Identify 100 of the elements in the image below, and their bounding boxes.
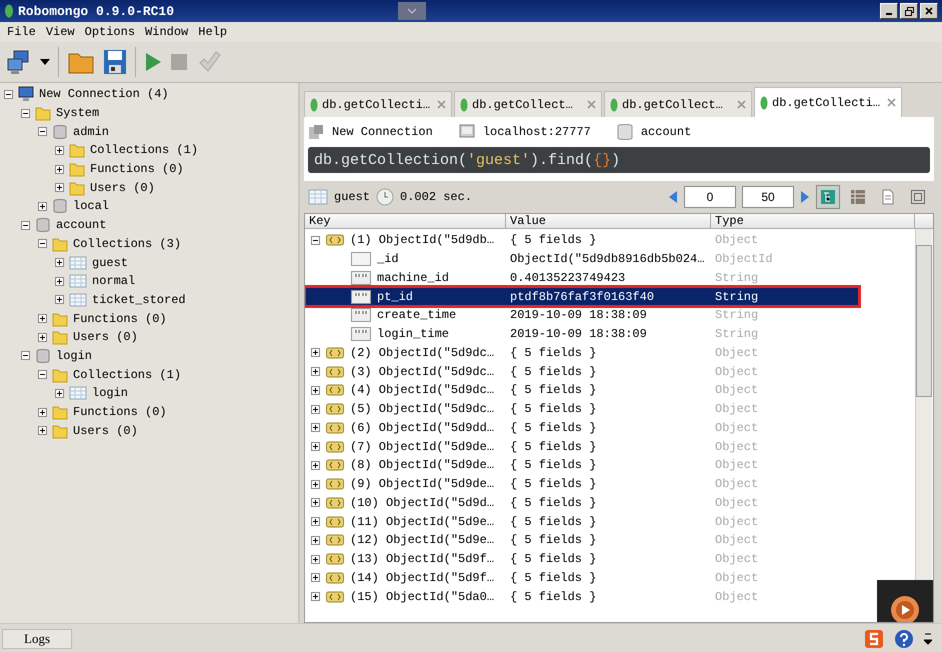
expand-icon[interactable] xyxy=(55,164,64,174)
expand-icon[interactable] xyxy=(311,554,320,564)
result-row[interactable]: (10) ObjectId("5d9d… { 5 fields } Object xyxy=(305,494,859,512)
collapse-icon[interactable] xyxy=(311,236,320,245)
next-icon[interactable] xyxy=(800,190,810,204)
caret-icon[interactable] xyxy=(40,59,50,65)
player-widget[interactable] xyxy=(877,580,933,622)
column-header[interactable]: Key xyxy=(305,214,506,228)
expand-icon[interactable] xyxy=(38,426,47,436)
tree-item[interactable]: Functions (0) xyxy=(73,312,167,326)
expand-icon[interactable] xyxy=(55,146,64,155)
expand-icon[interactable] xyxy=(311,573,320,582)
result-row[interactable]: login_time 2019-10-09 18:38:09 String xyxy=(305,324,859,344)
tree-item[interactable]: guest xyxy=(92,256,128,270)
dropdown-button[interactable] xyxy=(398,2,426,20)
expand-icon[interactable] xyxy=(311,442,320,452)
tree-item[interactable]: Collections (3) xyxy=(73,236,182,251)
result-row[interactable]: (13) ObjectId("5d9f… { 5 fields } Object xyxy=(305,550,859,568)
tree-item[interactable]: Collections (1) xyxy=(90,143,198,158)
expand-icon[interactable] xyxy=(38,332,47,342)
minimize-button[interactable] xyxy=(880,3,898,19)
collapse-icon[interactable] xyxy=(38,370,47,380)
expand-icon[interactable] xyxy=(38,408,47,417)
result-row[interactable]: machine_id 0.40135223749423 String xyxy=(305,268,859,288)
tree-item[interactable]: Users (0) xyxy=(90,180,155,195)
result-row[interactable]: _id ObjectId("5d9db8916db5b024… ObjectId xyxy=(305,250,859,268)
result-row[interactable]: (9) ObjectId("5d9de… { 5 fields } Object xyxy=(305,474,859,494)
result-row[interactable]: (2) ObjectId("5d9dc… { 5 fields } Object xyxy=(305,344,859,362)
play-icon[interactable] xyxy=(144,52,162,72)
result-row[interactable]: (12) ObjectId("5d9e… { 5 fields } Object xyxy=(305,531,859,550)
result-row[interactable]: create_time 2019-10-09 18:38:09 String xyxy=(305,306,859,325)
menu-item[interactable]: Help xyxy=(193,25,232,39)
tree-item[interactable]: local xyxy=(73,199,110,214)
result-row[interactable]: (14) ObjectId("5d9f… { 5 fields } Object xyxy=(305,568,859,588)
expand-icon[interactable] xyxy=(311,367,320,376)
tree-item[interactable]: Users (0) xyxy=(73,330,138,344)
query-editor[interactable]: db.getCollection('guest').find({}) xyxy=(308,147,930,173)
expand-icon[interactable] xyxy=(311,498,320,508)
expand-icon[interactable] xyxy=(55,183,64,192)
menu-item[interactable]: View xyxy=(40,25,80,39)
save-icon[interactable] xyxy=(103,49,127,75)
result-row[interactable]: (8) ObjectId("5d9de… { 5 fields } Object xyxy=(305,456,859,475)
result-row[interactable]: (6) ObjectId("5d9dd… { 5 fields } Object xyxy=(305,418,859,438)
collapse-icon[interactable] xyxy=(21,108,30,118)
view-mode-button[interactable] xyxy=(816,185,840,209)
tree-item[interactable]: account xyxy=(56,218,106,232)
tree-item[interactable]: Collections (1) xyxy=(73,368,182,382)
result-row[interactable]: (11) ObjectId("5d9e… { 5 fields } Object xyxy=(305,512,859,531)
menu-item[interactable]: Options xyxy=(80,25,140,39)
expand-icon[interactable] xyxy=(311,480,320,489)
collapse-icon[interactable] xyxy=(21,220,30,230)
help-icon[interactable] xyxy=(894,629,914,649)
query-tab[interactable]: db.getCollect… xyxy=(454,91,602,117)
expand-icon[interactable] xyxy=(311,460,320,470)
close-button[interactable] xyxy=(920,3,938,19)
caret-icon[interactable] xyxy=(924,632,932,646)
expand-icon[interactable] xyxy=(311,536,320,545)
scrollbar-thumb[interactable] xyxy=(916,245,932,397)
tree-item[interactable]: Functions (0) xyxy=(90,162,184,176)
collapse-icon[interactable] xyxy=(38,239,47,248)
tree-item[interactable]: admin xyxy=(73,124,110,139)
logs-tab[interactable]: Logs xyxy=(2,629,72,649)
expand-icon[interactable] xyxy=(311,592,320,602)
result-row[interactable]: (3) ObjectId("5d9dc… { 5 fields } Object xyxy=(305,362,859,381)
result-row[interactable]: (1) ObjectId("5d9db… { 5 fields } Object xyxy=(305,231,859,250)
expand-icon[interactable] xyxy=(311,404,320,414)
tree-item[interactable]: login xyxy=(92,386,128,400)
limit-field[interactable]: 50 xyxy=(742,186,794,208)
expand-icon[interactable] xyxy=(38,314,47,324)
previous-icon[interactable] xyxy=(668,190,678,204)
tree-item[interactable]: New Connection (4) xyxy=(39,87,169,102)
expand-icon[interactable] xyxy=(55,258,64,268)
expand-icon[interactable] xyxy=(38,202,47,211)
expand-icon[interactable] xyxy=(311,423,320,432)
tree-item[interactable]: login xyxy=(56,348,92,363)
close-icon[interactable] xyxy=(887,98,896,107)
expand-icon[interactable] xyxy=(311,517,320,526)
tree-item[interactable]: Users (0) xyxy=(73,424,138,438)
menu-item[interactable]: Window xyxy=(140,25,194,39)
s-logo-icon[interactable] xyxy=(864,629,884,649)
expand-icon[interactable] xyxy=(55,388,64,398)
skip-field[interactable]: 0 xyxy=(684,186,736,208)
column-header[interactable]: Type xyxy=(711,214,915,228)
column-header[interactable]: Value xyxy=(506,214,711,228)
menu-item[interactable]: File xyxy=(2,25,41,39)
expand-icon[interactable] xyxy=(55,276,64,286)
tree-item[interactable]: ticket_stored xyxy=(92,292,186,307)
tree-item[interactable]: normal xyxy=(92,274,136,288)
restore-button[interactable] xyxy=(900,3,918,19)
collapse-icon[interactable] xyxy=(38,127,47,136)
expand-icon[interactable] xyxy=(311,386,320,395)
tree-item[interactable]: System xyxy=(56,106,100,120)
collapse-icon[interactable] xyxy=(21,351,30,360)
expand-icon[interactable] xyxy=(55,295,64,304)
collapse-icon[interactable] xyxy=(4,90,13,99)
expand-icon[interactable] xyxy=(311,348,320,358)
result-row[interactable]: (4) ObjectId("5d9dc… { 5 fields } Object xyxy=(305,381,859,400)
result-row[interactable]: (7) ObjectId("5d9de… { 5 fields } Object xyxy=(305,437,859,456)
query-tab[interactable]: db.getCollecti… xyxy=(754,87,902,117)
query-tab[interactable]: db.getCollecti… xyxy=(304,91,452,117)
